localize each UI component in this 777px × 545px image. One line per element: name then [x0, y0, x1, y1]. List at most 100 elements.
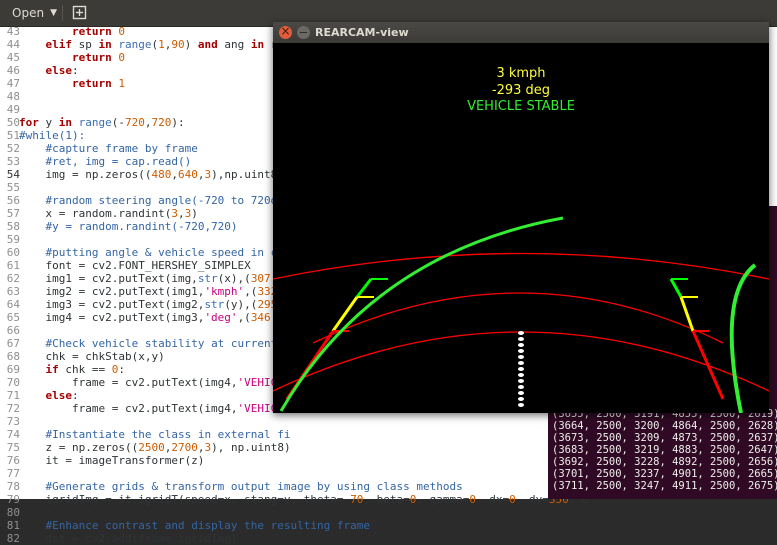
code-text: x = random.randint(3,3) — [19, 207, 198, 220]
line-number: 43 — [6, 25, 20, 38]
rearcam-canvas: 3 kmph -293 deg VEHICLE STABLE — [273, 43, 769, 413]
stability-status: VEHICLE STABLE — [467, 99, 575, 114]
terminal-line: (3673, 2500, 3209, 4873, 2500, 2637) — [552, 432, 777, 444]
line-number: 65 — [6, 311, 20, 324]
minimize-window-button[interactable] — [297, 26, 310, 39]
open-button-label: Open — [12, 6, 45, 20]
code-text: if chk == 0: — [45, 363, 125, 376]
trajectory-right — [729, 263, 757, 413]
line-number: 79 — [6, 493, 20, 506]
line-number: 51 — [6, 129, 20, 142]
line-number: 67 — [6, 337, 20, 350]
terminal-line: (3692, 2500, 3228, 4892, 2500, 2656) — [552, 456, 777, 468]
code-text: #Check vehicle stability at current v — [45, 337, 291, 350]
line-number: 45 — [6, 51, 20, 64]
code-line[interactable]: 81 #Enhance contrast and display the res… — [0, 519, 777, 532]
line-number: 64 — [6, 298, 20, 311]
code-text: return 0 — [71, 25, 125, 38]
code-text: img = np.zeros((480,640,3),np.uint8) — [19, 168, 284, 181]
rearcam-titlebar[interactable]: REARCAM-view — [273, 22, 769, 43]
toolbar-separator — [62, 5, 63, 21]
line-number: 56 — [6, 194, 20, 207]
terminal-line: (3701, 2500, 3237, 4901, 2500, 2665) — [552, 468, 777, 480]
rearcam-window: REARCAM-view — [273, 22, 769, 413]
code-text: chk = chkStab(x,y) — [19, 350, 165, 363]
steering-angle-readout: -293 deg — [491, 83, 551, 98]
line-number: 73 — [6, 415, 20, 428]
line-number: 68 — [6, 350, 20, 363]
line-number: 58 — [6, 220, 20, 233]
code-text: font = cv2.FONT_HERSHEY_SIMPLEX — [19, 259, 251, 272]
code-text: #Instantiate the class in external fi — [45, 428, 291, 441]
line-number: 44 — [6, 38, 20, 51]
line-number: 52 — [6, 142, 20, 155]
line-number: 62 — [6, 272, 20, 285]
new-document-icon — [72, 5, 87, 20]
code-line[interactable]: 82 dst = cv2.add(frame,igridImg) — [0, 532, 777, 545]
code-text: frame = cv2.putText(img4,'VEHICLE — [19, 402, 291, 415]
code-text: #ret, img = cap.read() — [45, 155, 192, 168]
code-text: #putting angle & vehicle speed in came — [45, 246, 298, 259]
code-text: for y in range(-720,720): — [19, 116, 185, 129]
terminal-line: (3711, 2500, 3247, 4911, 2500, 2675) — [552, 480, 777, 492]
code-text: dst = cv2.add(frame,igridImg) — [19, 532, 238, 545]
code-text: return 1 — [71, 77, 125, 90]
line-number: 75 — [6, 441, 20, 454]
line-number: 50 — [6, 116, 20, 129]
center-marker-column — [518, 331, 524, 407]
line-number: 76 — [6, 454, 20, 467]
guide-right-yellow — [679, 296, 695, 332]
line-number: 55 — [6, 181, 20, 194]
new-document-button[interactable] — [72, 5, 87, 20]
code-text: #Enhance contrast and display the result… — [45, 519, 371, 532]
line-number: 57 — [6, 207, 20, 220]
code-text: img4 = cv2.putText(img3,'deg',(346,40 — [19, 311, 290, 324]
code-text: z = np.zeros((2500,2700,3), np.uint8) — [19, 441, 291, 454]
line-number: 53 — [6, 155, 20, 168]
speed-readout: 3 kmph — [496, 66, 546, 81]
code-text: frame = cv2.putText(img4,'VEHICLE — [19, 376, 291, 389]
chevron-down-icon: ▼ — [50, 8, 57, 18]
terminal-line: (3683, 2500, 3219, 4883, 2500, 2647) — [552, 444, 777, 456]
line-number: 54 — [6, 168, 20, 181]
window-title: REARCAM-view — [315, 26, 409, 39]
code-text: elif sp in range(1,90) and ang in rang — [45, 38, 298, 51]
terminal-output: (3655, 2500, 3191, 4855, 2500, 2619) (366… — [552, 408, 777, 492]
code-text: #Generate grids & transform output image… — [45, 480, 463, 493]
line-number: 72 — [6, 402, 20, 415]
code-text: img1 = cv2.putText(img,str(x),(307,20 — [19, 272, 290, 285]
line-number: 71 — [6, 389, 20, 402]
line-number: 74 — [6, 428, 20, 441]
line-number: 69 — [6, 363, 20, 376]
code-text: it = imageTransformer(z) — [19, 454, 205, 467]
line-number: 63 — [6, 285, 20, 298]
line-number: 48 — [6, 90, 20, 103]
line-number: 81 — [6, 519, 20, 532]
line-number: 70 — [6, 376, 20, 389]
guide-arc-far — [273, 252, 769, 280]
line-number: 77 — [6, 467, 20, 480]
close-window-button[interactable] — [279, 24, 292, 39]
code-text: return 0 — [71, 51, 125, 64]
line-number: 60 — [6, 246, 20, 259]
line-number: 47 — [6, 77, 20, 90]
code-text: img2 = cv2.putText(img1,'kmph',(332,20 — [19, 285, 297, 298]
line-number: 61 — [6, 259, 20, 272]
line-number: 78 — [6, 480, 20, 493]
code-text: else: — [45, 389, 79, 402]
code-line[interactable]: 80 — [0, 506, 777, 519]
code-text: #y = random.randint(-720,720) — [45, 220, 238, 233]
guide-right-green — [669, 278, 683, 298]
code-text: #random steering angle(-720 to 720deg — [45, 194, 291, 207]
line-number: 80 — [6, 506, 20, 519]
code-text: else: — [45, 64, 79, 77]
line-number: 59 — [6, 233, 20, 246]
terminal-line: (3664, 2500, 3200, 4864, 2500, 2628) — [552, 420, 777, 432]
code-text: img3 = cv2.putText(img2,str(y),(295,4 — [19, 298, 290, 311]
code-text: #while(1): — [19, 129, 86, 142]
open-button[interactable]: Open ▼ — [6, 3, 63, 23]
code-text: #capture frame by frame — [45, 142, 198, 155]
code-text: igridImg = it.igridT(speed=x, stang=y, t… — [19, 493, 589, 506]
line-number: 82 — [6, 532, 20, 545]
line-number: 49 — [6, 103, 20, 116]
